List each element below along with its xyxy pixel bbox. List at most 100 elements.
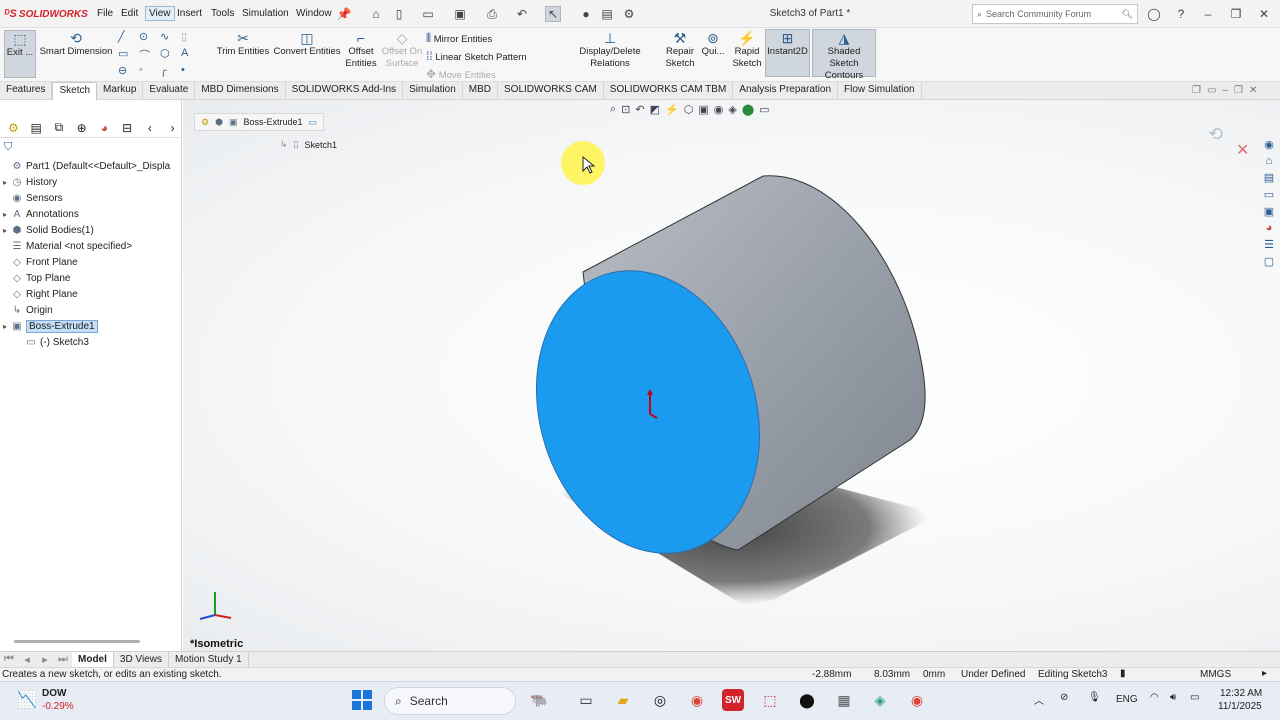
expand-arrow-icon[interactable]: ▸ [0,322,10,331]
tree-item[interactable]: ↳ Origin [0,302,182,318]
task-view-icon[interactable]: ▭ [575,689,597,711]
menu-view[interactable]: View [145,6,175,21]
user-account-icon[interactable]: ◯ [1145,6,1163,22]
show-hidden-icons[interactable]: ︿ [1034,692,1044,707]
tab-motion-study[interactable]: Motion Study 1 [169,652,249,667]
tab-scroll-first-icon[interactable]: ⏮ [0,653,18,666]
rapid-sketch-button[interactable]: ⚡ Rapid Sketch [731,30,763,70]
file-properties-icon[interactable]: ▤ [599,6,615,22]
help-icon[interactable]: ? [1172,6,1190,22]
solidworks-resources-icon[interactable]: ◉ [1264,138,1274,151]
minimize-icon[interactable]: – [1199,6,1217,22]
filter-icon[interactable]: ⛉ [4,141,12,154]
breadcrumb-sketch[interactable]: Sketch1 [305,140,338,150]
status-quick-tips-icon[interactable]: ▸ [1262,668,1267,679]
tab-mbd[interactable]: MBD [463,82,498,100]
graphics-viewport[interactable] [183,100,1280,652]
expand-arrow-icon[interactable]: ▸ [0,178,10,187]
tab-evaluate[interactable]: Evaluate [143,82,196,100]
community-search-input[interactable]: ⌕ Search Community Forum 🔍︎ [972,4,1138,24]
open-folder-icon[interactable]: ▭ [420,6,436,22]
close-icon[interactable]: ✕ [1255,6,1273,22]
tab-simulation[interactable]: Simulation [403,82,463,100]
tab-features[interactable]: Features [0,82,53,100]
forum-icon[interactable]: ▢ [1264,255,1274,268]
circle-icon[interactable]: ⊙ [139,30,159,46]
viewport-tile-icon[interactable]: ❐ [1192,85,1201,96]
configuration-manager-tab-icon[interactable]: ⧉ [50,120,69,136]
options-gear-icon[interactable]: ⚙ [621,6,637,22]
menu-window[interactable]: Window [296,8,332,19]
save-icon[interactable]: ▣ [452,6,468,22]
solidworks-taskbar-icon[interactable]: SW [722,689,744,711]
arc-icon[interactable]: ⌒ [139,47,159,63]
polygon-icon[interactable]: ⬡ [160,47,180,63]
expand-arrow-icon[interactable]: ▸ [0,210,10,219]
tab-solidworks-cam-tbm[interactable]: SOLIDWORKS CAM TBM [604,82,734,100]
pin-icon[interactable]: 📌 [336,6,352,22]
tab-scroll-prev-icon[interactable]: ◂ [18,653,36,666]
viewport-restore-icon[interactable]: ❐ [1234,85,1243,96]
chrome-icon[interactable]: ◉ [686,689,708,711]
tree-item[interactable]: ▭ (-) Sketch3 [0,334,182,350]
apply-scene-icon[interactable]: ⬤ [742,103,754,116]
viewport-split-icon[interactable]: ▭ [1207,85,1216,96]
tab-mbd-dimensions[interactable]: MBD Dimensions [195,82,286,100]
edit-appearance-icon[interactable]: ◈ [728,103,736,116]
cam-tab-icon[interactable]: ⊟ [118,120,137,136]
model-graphics[interactable] [183,100,1280,652]
tab-scroll-next-icon[interactable]: ▸ [36,653,54,666]
tree-item[interactable]: ◇ Right Plane [0,286,182,302]
tab-sketch[interactable]: Sketch [52,82,98,100]
custom-properties-icon[interactable]: ☰ [1264,238,1274,251]
rebuild-icon[interactable]: ● [578,6,594,22]
taskbar-search-box[interactable]: ⌕ Search [384,687,516,715]
panel-horizontal-scrollbar[interactable] [14,640,140,643]
menu-file[interactable]: File [97,8,113,19]
location-off-icon[interactable]: ⊘ [1060,692,1068,703]
display-manager-tab-icon[interactable]: ◕ [95,120,114,136]
rectangle-icon[interactable]: ▭ [118,47,138,63]
menu-insert[interactable]: Insert [177,8,202,19]
text-icon[interactable]: A [181,47,201,63]
display-style-icon[interactable]: ▣ [698,103,708,116]
home-icon[interactable]: ⌂ [368,6,384,22]
design-library-icon[interactable]: ⌂ [1266,155,1273,167]
previous-view-icon[interactable]: ↶ [635,103,644,116]
new-document-icon[interactable]: ▯ [391,6,407,22]
network-app-icon[interactable]: ◈ [869,689,891,711]
solidworks-logo[interactable]: ᴰS SOLIDWORKS [4,7,88,21]
tree-item[interactable]: ▸ ◷ History [0,174,182,190]
tab-analysis-preparation[interactable]: Analysis Preparation [733,82,839,100]
line-icon[interactable]: ╱ [118,30,138,46]
panel-scroll-left-icon[interactable]: ‹ [141,120,160,136]
file-explorer-icon[interactable]: ▤ [1264,171,1274,184]
windows-start-icon[interactable] [352,690,372,710]
select-arrow-icon[interactable]: ↖ [545,6,561,22]
tree-item[interactable]: ⚙ Part1 (Default<<Default>_Displa [0,158,182,174]
search-magnifier-icon[interactable]: 🔍︎ [1122,9,1137,20]
sketch-fillet-icon[interactable]: ▯ [181,30,201,46]
restore-icon[interactable]: ❐ [1227,6,1245,22]
menu-tools[interactable]: Tools [211,8,234,19]
scenes-icon[interactable]: ◕ [1266,222,1273,234]
viewport-minimize-icon[interactable]: – [1222,85,1228,96]
stock-widget-icon[interactable]: 📉 [14,687,40,713]
menu-simulation[interactable]: Simulation [242,8,289,19]
tree-item[interactable]: ◇ Top Plane [0,270,182,286]
expand-arrow-icon[interactable]: ▸ [0,226,10,235]
print-icon[interactable]: ⎙ [484,6,500,22]
unit-system-selector[interactable]: MMGS [1200,669,1231,680]
clock-time[interactable]: 12:32 AM [1220,688,1262,699]
smart-dimension-button[interactable]: ⟲ Smart Dimension [38,30,114,58]
menu-edit[interactable]: Edit [121,8,138,19]
view-settings-icon[interactable]: ▭ [759,103,769,116]
tree-item[interactable]: ◇ Front Plane [0,254,182,270]
part-breadcrumb-icon[interactable]: ⚙ [201,117,209,128]
volume-icon[interactable]: 🔊︎ [1170,692,1176,703]
search-highlight-icon[interactable]: 🐃 [528,689,550,711]
quick-snaps-button[interactable]: ⊚ Qui... [699,30,727,58]
repair-sketch-button[interactable]: ⚒ Repair Sketch [663,30,697,70]
dimxpert-tab-icon[interactable]: ⊕ [72,120,91,136]
view-orientation-icon[interactable]: ⬡ [684,103,694,116]
